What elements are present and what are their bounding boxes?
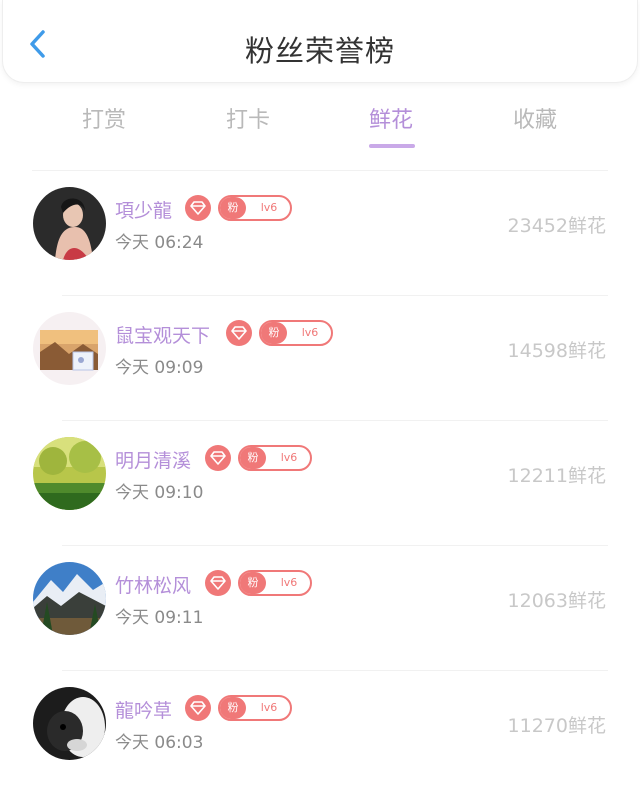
fan-badge-level: lv6	[280, 576, 298, 589]
tab-checkin[interactable]: 打卡	[203, 102, 293, 150]
diamond-icon	[185, 195, 211, 221]
diamond-icon	[205, 570, 231, 596]
tab-flowers-label: 鲜花	[368, 108, 413, 133]
fan-list-item[interactable]: 鼠宝观天下 粉 lv6 今天 09:09 14598鲜花	[0, 296, 640, 421]
fan-name[interactable]: 龍吟草	[115, 696, 172, 723]
flower-count: 11270鲜花	[507, 715, 606, 737]
fan-list-item[interactable]: 竹林松风 粉 lv6 今天 09:11 12063鲜花	[0, 546, 640, 671]
tab-flowers[interactable]: 鲜花	[346, 102, 436, 150]
avatar[interactable]	[33, 187, 106, 260]
fan-badge-level: lv6	[280, 451, 298, 464]
fan-name[interactable]: 明月清溪	[115, 446, 191, 473]
flower-count: 23452鲜花	[507, 215, 606, 237]
fan-name[interactable]: 項少龍	[115, 196, 172, 223]
avatar[interactable]	[33, 562, 106, 635]
avatar[interactable]	[33, 687, 106, 760]
flower-count: 12063鲜花	[507, 590, 606, 612]
fan-badge-label: 粉	[220, 197, 246, 219]
fan-badge-label: 粉	[261, 322, 287, 344]
fan-level-badge: 粉 lv6	[218, 195, 292, 221]
fan-time: 今天 09:10	[115, 483, 204, 503]
flower-count: 12211鲜花	[507, 465, 606, 487]
top-bar: 粉丝荣誉榜	[2, 0, 638, 83]
fan-name[interactable]: 竹林松风	[115, 571, 191, 598]
fan-time: 今天 09:11	[115, 608, 204, 628]
fan-badge-level: lv6	[301, 326, 319, 339]
fan-time: 今天 09:09	[115, 358, 204, 378]
page-title: 粉丝荣誉榜	[244, 34, 395, 68]
fan-level-badge: 粉 lv6	[238, 445, 312, 471]
fan-time: 今天 06:24	[115, 233, 204, 253]
diamond-icon	[205, 445, 231, 471]
tab-bar: 打赏 打卡 鲜花 收藏	[0, 96, 640, 156]
diamond-icon	[226, 320, 252, 346]
fan-badge-label: 粉	[240, 572, 266, 594]
fan-level-badge: 粉 lv6	[259, 320, 333, 346]
flower-count: 14598鲜花	[507, 340, 606, 362]
fan-list-item[interactable]: 龍吟草 粉 lv6 今天 06:03 11270鲜花	[0, 671, 640, 796]
avatar[interactable]	[33, 437, 106, 510]
avatar[interactable]	[33, 312, 106, 385]
tab-favorites[interactable]: 收藏	[490, 102, 580, 150]
fan-badge-label: 粉	[220, 697, 246, 719]
diamond-icon	[185, 695, 211, 721]
fan-list-item[interactable]: 明月清溪 粉 lv6 今天 09:10 12211鲜花	[0, 421, 640, 546]
fan-level-badge: 粉 lv6	[238, 570, 312, 596]
tab-active-indicator	[369, 144, 415, 148]
fan-list-item[interactable]: 項少龍 粉 lv6 今天 06:24 23452鲜花	[0, 171, 640, 296]
fan-time: 今天 06:03	[115, 733, 204, 753]
fan-badge-level: lv6	[260, 701, 278, 714]
fan-badge-label: 粉	[240, 447, 266, 469]
fan-level-badge: 粉 lv6	[218, 695, 292, 721]
fan-name[interactable]: 鼠宝观天下	[115, 321, 210, 348]
fan-badge-level: lv6	[260, 201, 278, 214]
tab-reward[interactable]: 打赏	[59, 102, 149, 150]
